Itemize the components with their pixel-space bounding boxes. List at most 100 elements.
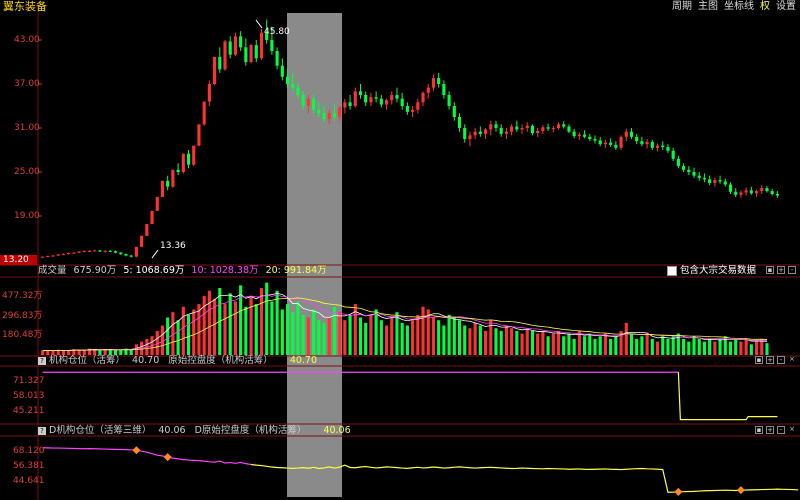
inst-header-icons: ▪ + - × xyxy=(755,356,796,364)
inst3d-settings-icon[interactable]: ▪ xyxy=(755,426,763,434)
volume-bar xyxy=(364,322,368,355)
inst-zoom-in-icon[interactable]: + xyxy=(766,356,774,364)
volume-settings-icon[interactable]: ▪ xyxy=(766,266,774,274)
inst3d-pre-line xyxy=(42,447,252,466)
inst-value: 40.70 xyxy=(132,355,160,366)
candle-body xyxy=(457,117,462,128)
inst3d-value: 40.06 xyxy=(158,425,186,436)
inst3d-subvalue: 40.06 xyxy=(323,425,351,436)
bulk-trade-label: 包含大宗交易数据 xyxy=(680,265,757,276)
volume-bar xyxy=(233,301,237,355)
inst-settings-icon[interactable]: ▪ xyxy=(755,356,763,364)
candle-body xyxy=(405,106,409,112)
candle-body xyxy=(541,127,545,131)
volume-ma10: 10: 1028.38万 xyxy=(191,265,259,276)
volume-header-icons: ▪ + - xyxy=(766,266,796,274)
volume-bar xyxy=(593,338,597,355)
volume-bar xyxy=(682,338,686,355)
volume-zoom-in-icon[interactable]: + xyxy=(777,266,785,274)
candle-body xyxy=(239,36,243,48)
volume-bar xyxy=(629,333,634,355)
candle-body xyxy=(176,169,180,172)
volume-zoom-out-icon[interactable]: - xyxy=(788,266,796,274)
inst-zoom-out-icon[interactable]: - xyxy=(777,356,785,364)
inst3d-zoom-in-icon[interactable]: + xyxy=(766,426,774,434)
volume-bar xyxy=(270,301,274,355)
candle-body xyxy=(702,177,706,180)
candle-body xyxy=(358,91,363,95)
volume-bar xyxy=(358,317,363,355)
candle-body xyxy=(572,131,576,137)
candle-body xyxy=(343,102,347,108)
candle-body xyxy=(364,95,368,103)
candle-body xyxy=(556,124,561,128)
volume-bar xyxy=(541,330,545,355)
volume-bar xyxy=(499,330,503,355)
bulk-trade-toggle[interactable]: 包含大宗交易数据 xyxy=(667,265,756,276)
inst-help-icon[interactable]: ? xyxy=(38,357,46,365)
candle-body xyxy=(687,169,691,172)
candle-body xyxy=(56,254,60,256)
inst3d-close-icon[interactable]: × xyxy=(788,426,796,434)
volume-bar xyxy=(546,336,550,355)
inst3d-title: D机构仓位（活筹三维） xyxy=(49,425,152,436)
candle-body xyxy=(155,196,159,211)
volume-bar xyxy=(155,330,159,355)
candle-body xyxy=(332,113,336,117)
volume-axis-label-0: 477.32万 xyxy=(2,291,43,301)
volume-bar xyxy=(442,325,446,355)
volume-bar xyxy=(702,341,706,355)
volume-bar xyxy=(160,325,165,355)
volume-bar xyxy=(645,333,649,355)
volume-bar xyxy=(635,338,639,355)
candle-body xyxy=(306,98,310,106)
candle-body xyxy=(369,97,373,103)
candle-body xyxy=(619,136,623,148)
volume-bar xyxy=(437,320,441,355)
volume-bar xyxy=(661,336,665,355)
bulk-trade-checkbox[interactable] xyxy=(667,265,677,276)
candle-body xyxy=(390,95,394,101)
inst3d-zoom-out-icon[interactable]: - xyxy=(777,426,785,434)
volume-bar xyxy=(583,336,587,355)
low-arrow xyxy=(151,249,159,259)
inst3d-help-icon[interactable]: ? xyxy=(38,427,46,435)
volume-bar xyxy=(692,336,696,355)
inst-subvalue: 40.70 xyxy=(289,355,318,366)
volume-bar xyxy=(254,304,258,355)
volume-bar xyxy=(176,320,180,355)
volume-bar xyxy=(624,322,628,355)
candle-body xyxy=(463,128,467,139)
candle-body xyxy=(249,45,253,62)
candle-body xyxy=(510,126,514,132)
volume-bar xyxy=(416,314,420,355)
volume-bar xyxy=(390,317,394,355)
candle-body xyxy=(603,142,607,145)
candle-body xyxy=(291,84,295,88)
candle-body xyxy=(426,87,430,93)
volume-axis-label-1: 296.83万 xyxy=(2,311,43,321)
candle-body xyxy=(515,126,519,130)
inst3d-axis-label-1: 56.381 xyxy=(13,461,45,471)
volume-bar xyxy=(457,320,462,355)
candle-body xyxy=(530,125,535,134)
volume-bar xyxy=(734,338,738,355)
candle-body xyxy=(666,147,670,151)
volume-bar xyxy=(384,325,389,355)
candle-body xyxy=(473,131,477,136)
volume-bar xyxy=(301,314,305,355)
volume-bar xyxy=(411,320,415,355)
inst-close-icon[interactable]: × xyxy=(788,356,796,364)
candle-body xyxy=(114,251,118,253)
volume-bar xyxy=(556,330,561,355)
volume-bar xyxy=(530,330,535,355)
candle-body xyxy=(280,65,284,77)
volume-bar xyxy=(708,338,712,355)
candle-body xyxy=(562,124,566,127)
candle-body xyxy=(567,126,571,132)
candle-body xyxy=(682,166,686,170)
candle-body xyxy=(489,124,493,130)
candle-body xyxy=(312,98,316,110)
volume-bar xyxy=(671,336,675,355)
volume-bar xyxy=(338,312,342,355)
